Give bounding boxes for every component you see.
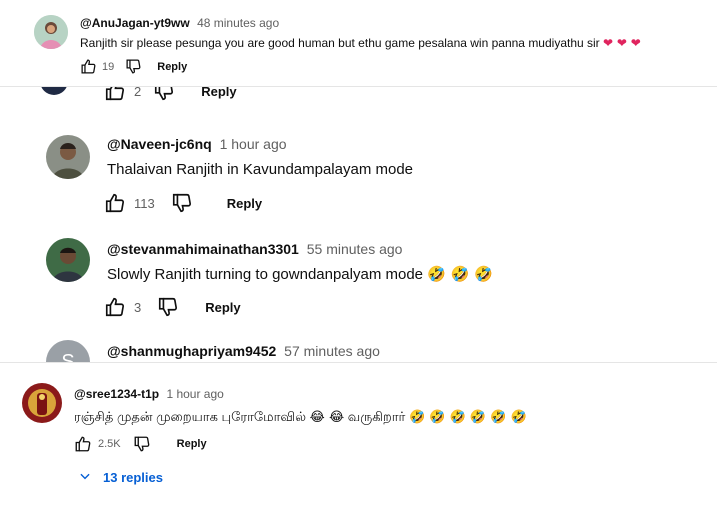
view-replies-button[interactable]: 13 replies: [78, 469, 163, 486]
comment-author[interactable]: @AnuJagan-yt9ww: [80, 16, 190, 30]
replies-count: 13 replies: [103, 470, 163, 485]
comment-time[interactable]: 1 hour ago: [220, 136, 287, 152]
laughing-emoji: 🤣 🤣 🤣 🤣 🤣 🤣: [408, 410, 527, 425]
comment-naveen: @Naveen-jc6nq 1 hour ago Thalaivan Ranji…: [0, 118, 717, 218]
like-count: 19: [102, 60, 115, 73]
comment-time[interactable]: 48 minutes ago: [197, 16, 279, 30]
comment-shanmughapriyam: S @shanmughapriyam9452 57 minutes ago: [0, 330, 717, 362]
avatar[interactable]: S: [46, 340, 90, 362]
dislike-icon[interactable]: [153, 87, 175, 102]
like-count: 113: [134, 195, 155, 211]
dislike-icon[interactable]: [125, 58, 142, 75]
laughing-emoji: 😂 😂: [309, 410, 345, 425]
reply-button[interactable]: Reply: [227, 196, 262, 211]
comment-stevan: @stevanmahimainathan3301 55 minutes ago …: [0, 222, 717, 326]
avatar[interactable]: [22, 383, 62, 423]
comment-text: Ranjith sir please pesunga you are good …: [80, 36, 600, 50]
comment-text: Thalaivan Ranjith in Kavundampalayam mod…: [107, 161, 414, 178]
comment-partial: 2 Reply: [0, 87, 717, 109]
reply-button[interactable]: Reply: [205, 300, 240, 315]
comment-author[interactable]: @Naveen-jc6nq: [107, 136, 212, 152]
comment-time[interactable]: 55 minutes ago: [307, 241, 403, 257]
comment-author[interactable]: @sree1234-t1p: [74, 387, 159, 401]
chevron-down-icon: [78, 469, 92, 486]
avatar[interactable]: [46, 135, 90, 179]
avatar[interactable]: [34, 15, 68, 49]
avatar[interactable]: [46, 238, 90, 282]
laughing-emoji: 🤣 🤣 🤣: [427, 265, 493, 283]
like-count: 2: [134, 87, 142, 99]
reply-button[interactable]: Reply: [177, 438, 207, 450]
reply-button[interactable]: Reply: [157, 61, 187, 73]
dislike-icon[interactable]: [171, 192, 193, 214]
like-icon[interactable]: [104, 192, 126, 214]
heart-icon: ❤ ❤ ❤: [603, 36, 641, 50]
avatar-letter: S: [61, 351, 75, 362]
like-icon[interactable]: [104, 296, 126, 318]
like-icon[interactable]: [74, 435, 92, 453]
like-icon[interactable]: [80, 58, 97, 75]
comment-author[interactable]: @stevanmahimainathan3301: [107, 241, 299, 257]
like-count: 3: [134, 299, 142, 315]
like-icon[interactable]: [104, 87, 126, 102]
comment-time[interactable]: 1 hour ago: [166, 387, 223, 401]
comment-sree: @sree1234-t1p 1 hour ago ரஞ்சித் முதன் ம…: [0, 363, 717, 507]
reply-button[interactable]: Reply: [201, 87, 236, 99]
comment-time[interactable]: 57 minutes ago: [284, 343, 380, 359]
comment-anujagan: @AnuJagan-yt9ww 48 minutes ago Ranjith s…: [0, 0, 717, 86]
dislike-icon[interactable]: [157, 296, 179, 318]
dislike-icon[interactable]: [133, 435, 151, 453]
comment-text: ரஞ்சித் முதன் முறையாக புரோமோவில்: [74, 409, 306, 424]
avatar[interactable]: [40, 87, 68, 95]
like-count: 2.5K: [98, 438, 121, 450]
comment-text-2: வருகிறார்: [347, 409, 406, 424]
comment-text: Slowly Ranjith turning to gowndanpalyam …: [107, 266, 424, 283]
comment-author[interactable]: @shanmughapriyam9452: [107, 343, 276, 359]
